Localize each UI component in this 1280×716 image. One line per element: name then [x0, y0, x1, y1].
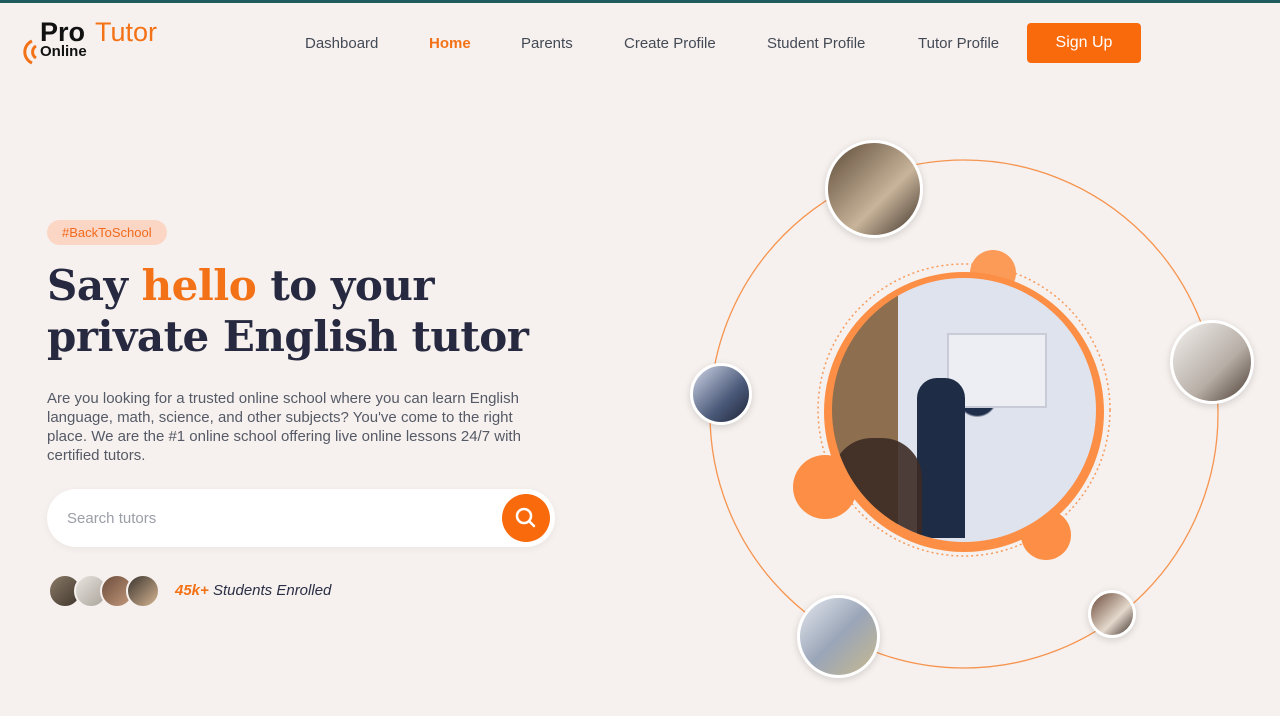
nav-home[interactable]: Home: [429, 35, 471, 52]
search-button[interactable]: [502, 494, 550, 542]
brand-logo[interactable]: Pro Tutor Online: [20, 17, 170, 73]
enrolled-students: 45k+ Students Enrolled: [175, 582, 331, 599]
hero-visual: [680, 130, 1280, 716]
audience: [832, 438, 922, 542]
nav-dashboard[interactable]: Dashboard: [305, 35, 378, 52]
hero-headline: Say hello to your private English tutor: [47, 260, 607, 362]
classroom-main-photo: [832, 278, 1096, 542]
student-avatars: [48, 574, 163, 608]
search-icon: [515, 507, 536, 528]
headline-part1: Say: [47, 261, 142, 310]
search-input[interactable]: [67, 506, 487, 530]
nav-parents[interactable]: Parents: [521, 35, 573, 52]
signal-waves-icon: [23, 39, 37, 65]
nav-create-profile[interactable]: Create Profile: [624, 35, 716, 52]
back-to-school-tag[interactable]: #BackToSchool: [47, 220, 167, 245]
presenter: [917, 378, 965, 538]
orbit-photo-right: [1170, 320, 1254, 404]
sign-up-button[interactable]: Sign Up: [1027, 23, 1141, 63]
enrolled-count: 45k+: [175, 582, 209, 599]
brand-tutor: Tutor: [95, 17, 158, 47]
nav-student-profile[interactable]: Student Profile: [767, 35, 865, 52]
enrolled-label: Students Enrolled: [208, 582, 332, 599]
hero-description: Are you looking for a trusted online sch…: [47, 390, 521, 464]
brand-online: Online: [40, 43, 87, 60]
orbit-photo-bottom-right: [1088, 590, 1136, 638]
avatar: [126, 574, 160, 608]
orbit-photo-top: [825, 140, 923, 238]
orbit-photo-left: [690, 363, 752, 425]
header: Pro Tutor Online Dashboard Home Parents …: [0, 3, 1280, 81]
tutor-search-bar: [47, 489, 555, 547]
orbit-photo-bottom: [797, 595, 880, 678]
headline-highlight: hello: [141, 261, 257, 310]
nav-tutor-profile[interactable]: Tutor Profile: [918, 35, 999, 52]
